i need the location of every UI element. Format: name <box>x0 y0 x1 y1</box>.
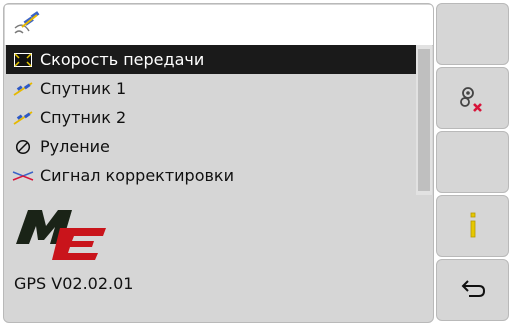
satellite-icon <box>12 109 34 127</box>
gps-satellite-icon <box>14 11 40 34</box>
list-item-label: Сигнал корректировки <box>40 166 234 185</box>
side-button-3[interactable] <box>436 131 509 193</box>
correction-signal-icon <box>12 167 34 185</box>
reset-settings-icon <box>459 87 482 112</box>
back-icon <box>461 280 485 297</box>
list-item-satellite-1[interactable]: Спутник 1 <box>6 74 416 103</box>
main-panel: Скорость передачи Спутник 1 Спутник 2 Ру… <box>3 3 434 323</box>
list-item-label: Руление <box>40 137 110 156</box>
steering-icon <box>12 138 34 156</box>
header-bar <box>5 5 433 46</box>
list-item-transfer-speed[interactable]: Скорость передачи <box>6 45 416 74</box>
list-item-label: Скорость передачи <box>40 50 205 69</box>
list-item-steering[interactable]: Руление <box>6 132 416 161</box>
me-logo <box>16 210 106 260</box>
back-button[interactable] <box>436 259 509 321</box>
scrollbar-thumb[interactable] <box>418 49 430 191</box>
list-item-label: Спутник 1 <box>40 79 127 98</box>
list-item-correction-signal[interactable]: Сигнал корректировки <box>6 161 416 190</box>
firmware-version: GPS V02.02.01 <box>14 274 134 293</box>
list-item-label: Спутник 2 <box>40 108 127 127</box>
list-scrollbar[interactable] <box>416 45 432 195</box>
speed-grid-icon <box>12 51 34 69</box>
screen: Скорость передачи Спутник 1 Спутник 2 Ру… <box>0 0 511 326</box>
settings-list: Скорость передачи Спутник 1 Спутник 2 Ру… <box>6 45 416 195</box>
reset-settings-button[interactable] <box>436 67 509 129</box>
info-icon <box>470 212 475 238</box>
info-button[interactable] <box>436 195 509 257</box>
side-button-1[interactable] <box>436 3 509 65</box>
satellite-icon <box>12 80 34 98</box>
list-item-satellite-2[interactable]: Спутник 2 <box>6 103 416 132</box>
